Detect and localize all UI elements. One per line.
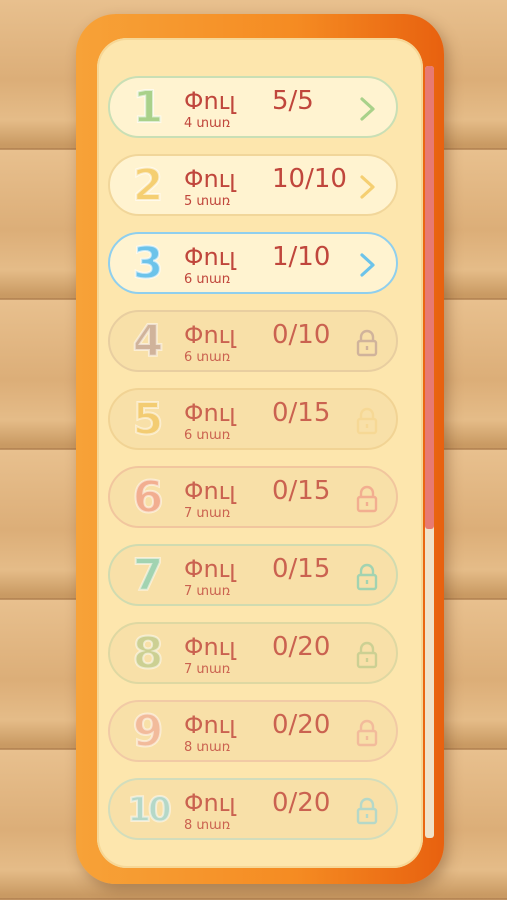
level-row-3[interactable]: 3 Փուլ 1/10 6 տառ xyxy=(108,232,398,294)
level-letter-count: 7 տառ xyxy=(184,506,231,521)
lock-icon xyxy=(356,329,378,357)
level-letter-count: 4 տառ xyxy=(184,116,231,131)
level-label: Փուլ xyxy=(184,87,236,115)
level-letter-count: 7 տառ xyxy=(184,662,231,677)
level-label: Փուլ xyxy=(184,477,236,505)
chevron-right-icon[interactable] xyxy=(354,250,380,280)
level-letter-count: 7 տառ xyxy=(184,584,231,599)
level-number: 8 xyxy=(132,627,165,680)
level-number: 9 xyxy=(132,705,165,758)
level-row-9[interactable]: 9 Փուլ 0/20 8 տառ xyxy=(108,700,398,762)
level-number: 5 xyxy=(132,393,165,446)
level-progress: 10/10 xyxy=(272,164,347,194)
level-label: Փուլ xyxy=(184,555,236,583)
level-row-1[interactable]: 1 Փուլ 5/5 4 տառ xyxy=(108,76,398,138)
level-letter-count: 8 տառ xyxy=(184,818,231,833)
scrollbar-track[interactable] xyxy=(425,66,434,838)
level-label: Փուլ xyxy=(184,789,236,817)
level-progress: 0/15 xyxy=(272,398,331,428)
lock-icon xyxy=(356,719,378,747)
level-number: 6 xyxy=(132,471,165,524)
level-row-5[interactable]: 5 Փուլ 0/15 6 տառ xyxy=(108,388,398,450)
level-progress: 5/5 xyxy=(272,86,314,116)
level-label: Փուլ xyxy=(184,243,236,271)
level-label: Փուլ xyxy=(184,399,236,427)
level-number: 10 xyxy=(126,789,172,831)
level-row-7[interactable]: 7 Փուլ 0/15 7 տառ xyxy=(108,544,398,606)
scrollbar-thumb[interactable] xyxy=(425,66,434,529)
level-progress: 0/15 xyxy=(272,476,331,506)
level-letter-count: 8 տառ xyxy=(184,740,231,755)
level-row-8[interactable]: 8 Փուլ 0/20 7 տառ xyxy=(108,622,398,684)
level-progress: 0/20 xyxy=(272,710,331,740)
level-progress: 0/15 xyxy=(272,554,331,584)
level-letter-count: 6 տառ xyxy=(184,272,231,287)
level-row-10[interactable]: 10 Փուլ 0/20 8 տառ xyxy=(108,778,398,840)
level-row-6[interactable]: 6 Փուլ 0/15 7 տառ xyxy=(108,466,398,528)
lock-icon xyxy=(356,641,378,669)
level-number: 7 xyxy=(132,549,165,602)
lock-icon xyxy=(356,485,378,513)
lock-icon xyxy=(356,407,378,435)
level-progress: 0/10 xyxy=(272,320,331,350)
chevron-right-icon[interactable] xyxy=(354,94,380,124)
chevron-right-icon[interactable] xyxy=(354,172,380,202)
level-row-4[interactable]: 4 Փուլ 0/10 6 տառ xyxy=(108,310,398,372)
level-progress: 0/20 xyxy=(272,632,331,662)
level-number: 1 xyxy=(132,81,165,134)
level-progress: 1/10 xyxy=(272,242,331,272)
level-label: Փուլ xyxy=(184,165,236,193)
level-number: 4 xyxy=(132,315,165,368)
level-label: Փուլ xyxy=(184,633,236,661)
lock-icon xyxy=(356,797,378,825)
level-progress: 0/20 xyxy=(272,788,331,818)
level-label: Փուլ xyxy=(184,321,236,349)
level-letter-count: 6 տառ xyxy=(184,350,231,365)
level-letter-count: 5 տառ xyxy=(184,194,231,209)
level-list: 1 Փուլ 5/5 4 տառ 2 Փուլ 10/10 5 տառ 3 Փո… xyxy=(108,76,400,856)
level-number: 3 xyxy=(132,237,165,290)
level-number: 2 xyxy=(132,159,165,212)
lock-icon xyxy=(356,563,378,591)
level-letter-count: 6 տառ xyxy=(184,428,231,443)
level-row-2[interactable]: 2 Փուլ 10/10 5 տառ xyxy=(108,154,398,216)
level-label: Փուլ xyxy=(184,711,236,739)
